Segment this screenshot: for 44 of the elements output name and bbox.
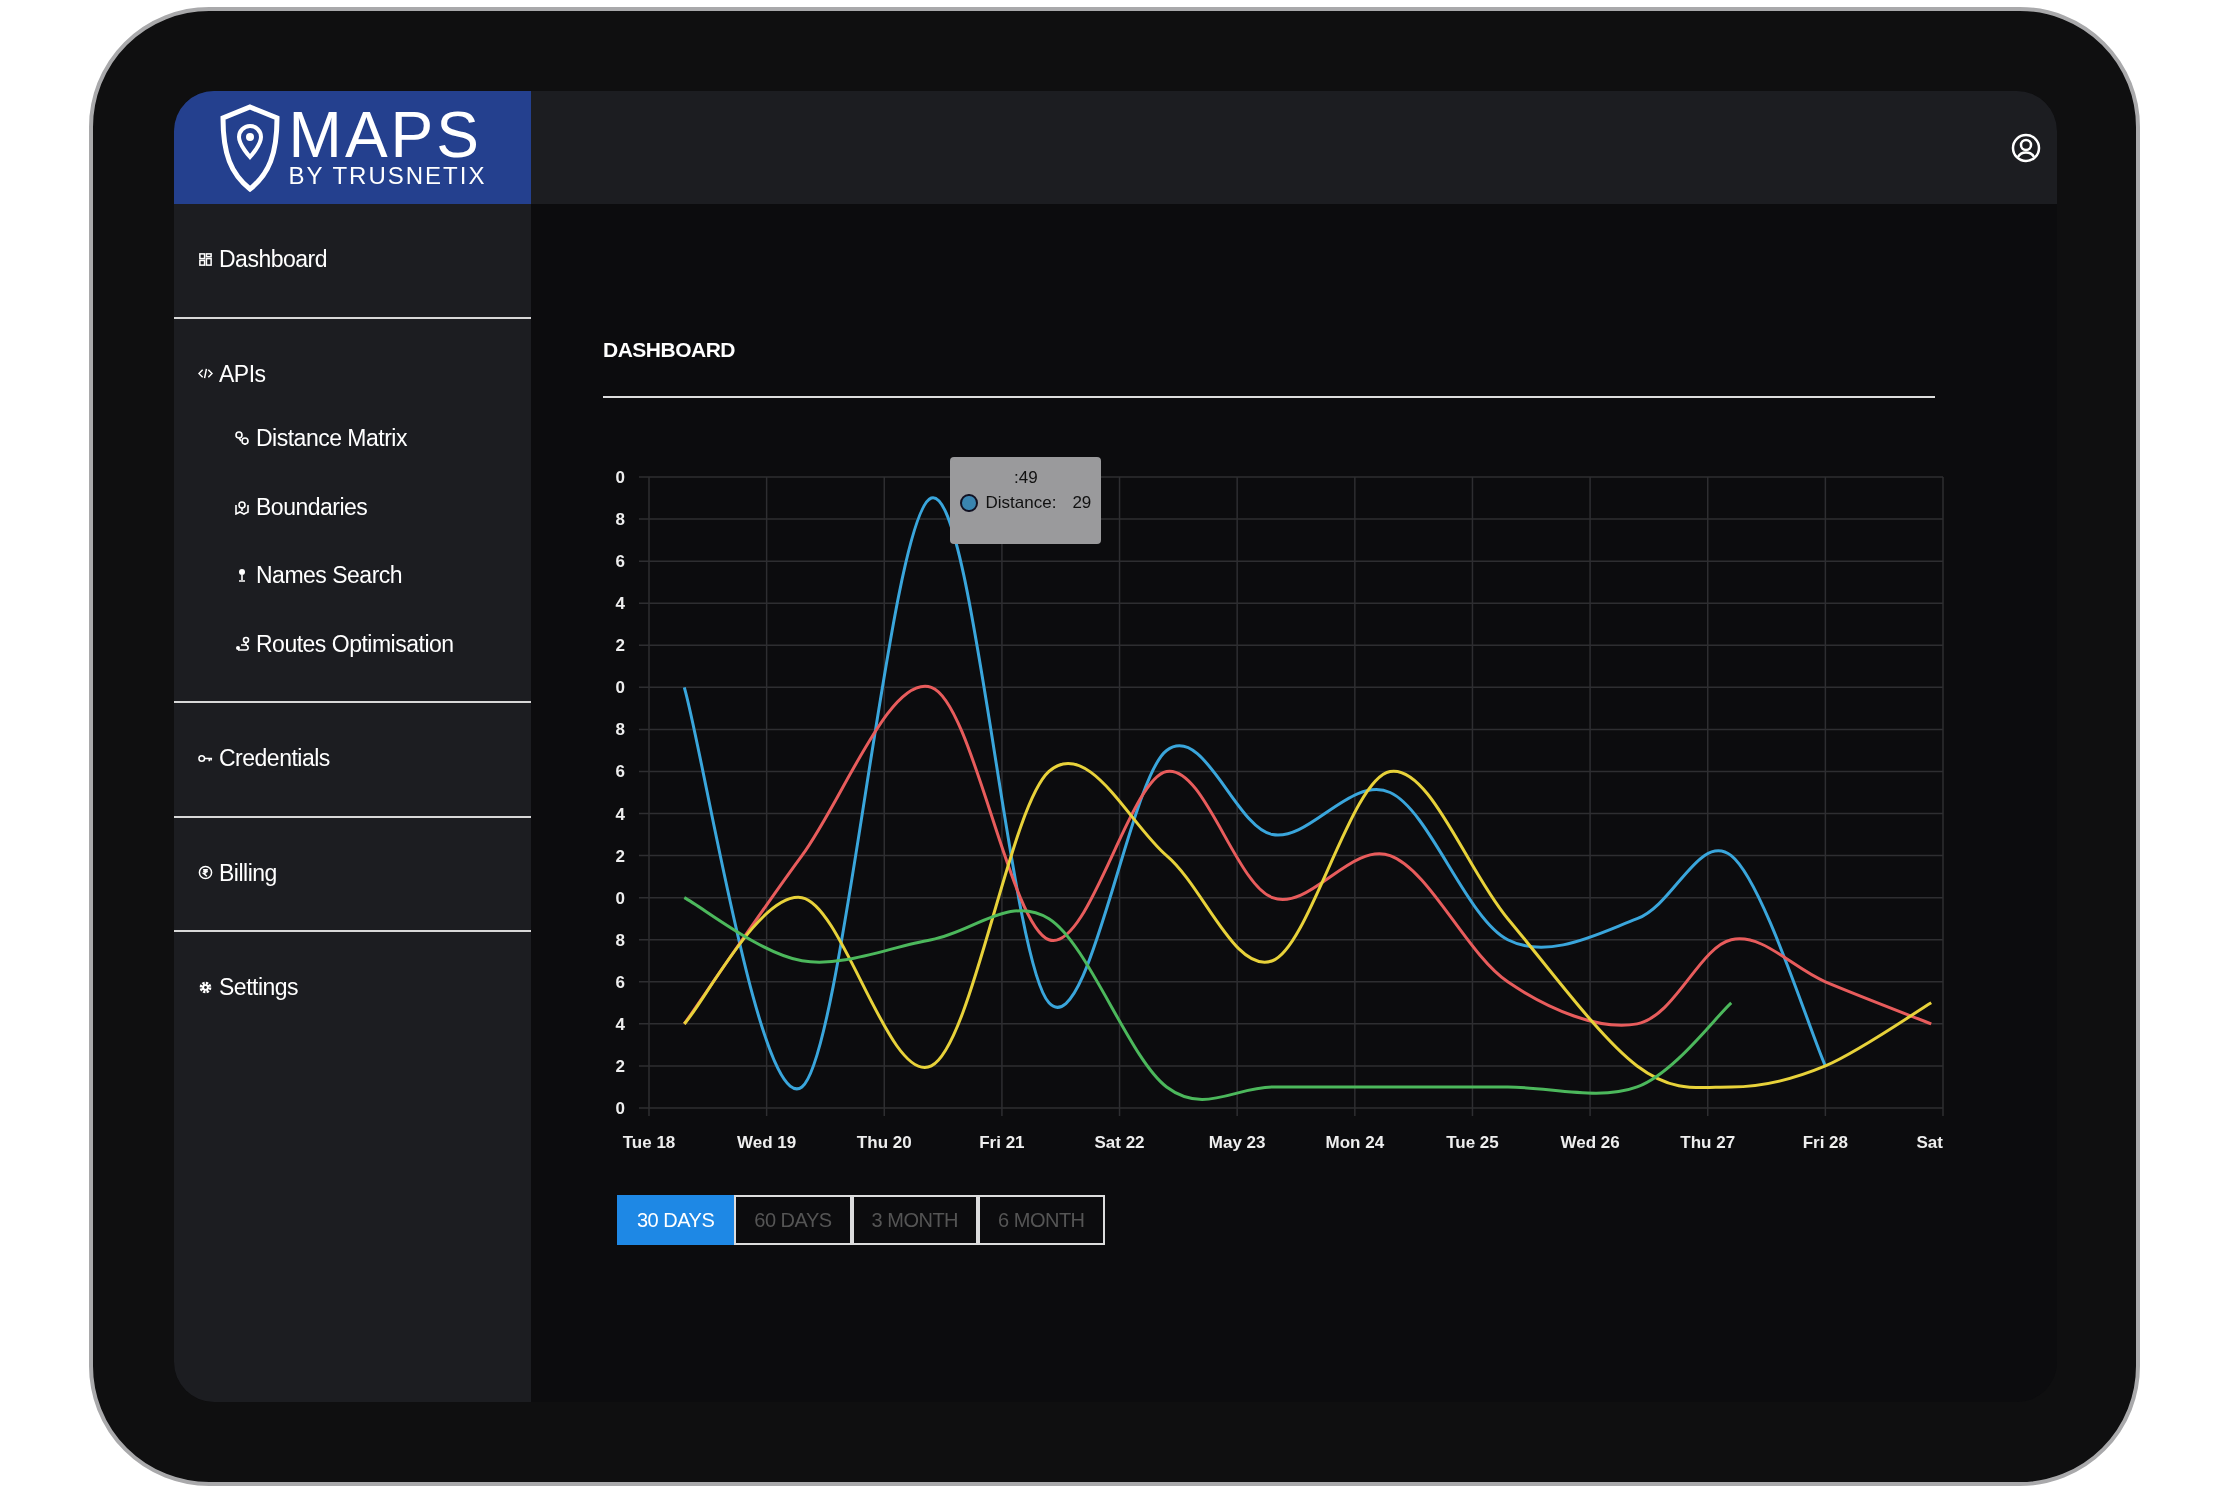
x-tick-label: Fri 28 bbox=[1802, 1132, 1849, 1152]
nav-link[interactable]: Credentials bbox=[198, 741, 330, 776]
y-tick-label: 6 bbox=[615, 972, 625, 992]
page-title: DASHBOARD bbox=[603, 334, 1935, 398]
y-tick-label: 8 bbox=[615, 930, 625, 950]
y-tick-label: 4 bbox=[615, 1014, 625, 1034]
y-tick-label: 4 bbox=[615, 804, 625, 824]
x-tick-label: Sat 22 bbox=[1094, 1132, 1145, 1152]
nav-link[interactable]: Names Search bbox=[234, 558, 403, 593]
x-tick-label: Wed 19 bbox=[737, 1132, 797, 1152]
y-tick-label: 0 bbox=[615, 467, 625, 487]
nav-link[interactable]: Billing bbox=[198, 855, 277, 890]
logo-tagline: BY TRUSNETIX bbox=[288, 164, 487, 189]
nav-link[interactable]: Settings bbox=[198, 970, 299, 1005]
y-tick-label: 4 bbox=[615, 593, 625, 613]
y-tick-label: 8 bbox=[615, 719, 625, 739]
y-tick-label: 6 bbox=[615, 761, 625, 781]
nav-link[interactable]: Routes Optimisation bbox=[234, 626, 454, 661]
y-tick-label: 2 bbox=[615, 1056, 625, 1076]
tooltip-label: Distance: bbox=[985, 492, 1057, 515]
x-tick-label: Fri 21 bbox=[979, 1132, 1025, 1152]
nav-link[interactable]: APIs bbox=[198, 356, 266, 391]
x-tick-label: Mon 24 bbox=[1325, 1132, 1385, 1152]
nav-link[interactable]: Boundaries bbox=[234, 489, 368, 524]
y-tick-label: 2 bbox=[615, 846, 625, 866]
x-tick-label: Sat bbox=[1916, 1132, 1943, 1152]
x-tick-label: May 23 bbox=[1208, 1132, 1266, 1152]
x-tick-label: Thu 20 bbox=[856, 1132, 912, 1152]
logo-wordmark: MAPS bbox=[288, 106, 482, 165]
y-tick-label: 8 bbox=[615, 509, 625, 529]
x-tick-label: Wed 26 bbox=[1560, 1132, 1620, 1152]
x-tick-label: Tue 18 bbox=[622, 1132, 676, 1152]
x-tick-label: Tue 25 bbox=[1446, 1132, 1499, 1152]
range-button[interactable]: 30 DAYS bbox=[617, 1194, 735, 1245]
tooltip-value: 29 bbox=[1072, 492, 1092, 515]
y-tick-label: 0 bbox=[615, 1098, 625, 1118]
nav-link[interactable]: Distance Matrix bbox=[234, 421, 407, 456]
y-tick-label: 2 bbox=[615, 635, 625, 655]
y-tick-label: 6 bbox=[615, 551, 625, 571]
y-tick-label: 0 bbox=[615, 888, 625, 908]
y-tick-label: 0 bbox=[615, 677, 625, 697]
x-tick-label: Thu 27 bbox=[1680, 1132, 1736, 1152]
nav-link[interactable]: Dashboard bbox=[198, 242, 328, 277]
tooltip-title: :49 bbox=[1013, 466, 1039, 489]
